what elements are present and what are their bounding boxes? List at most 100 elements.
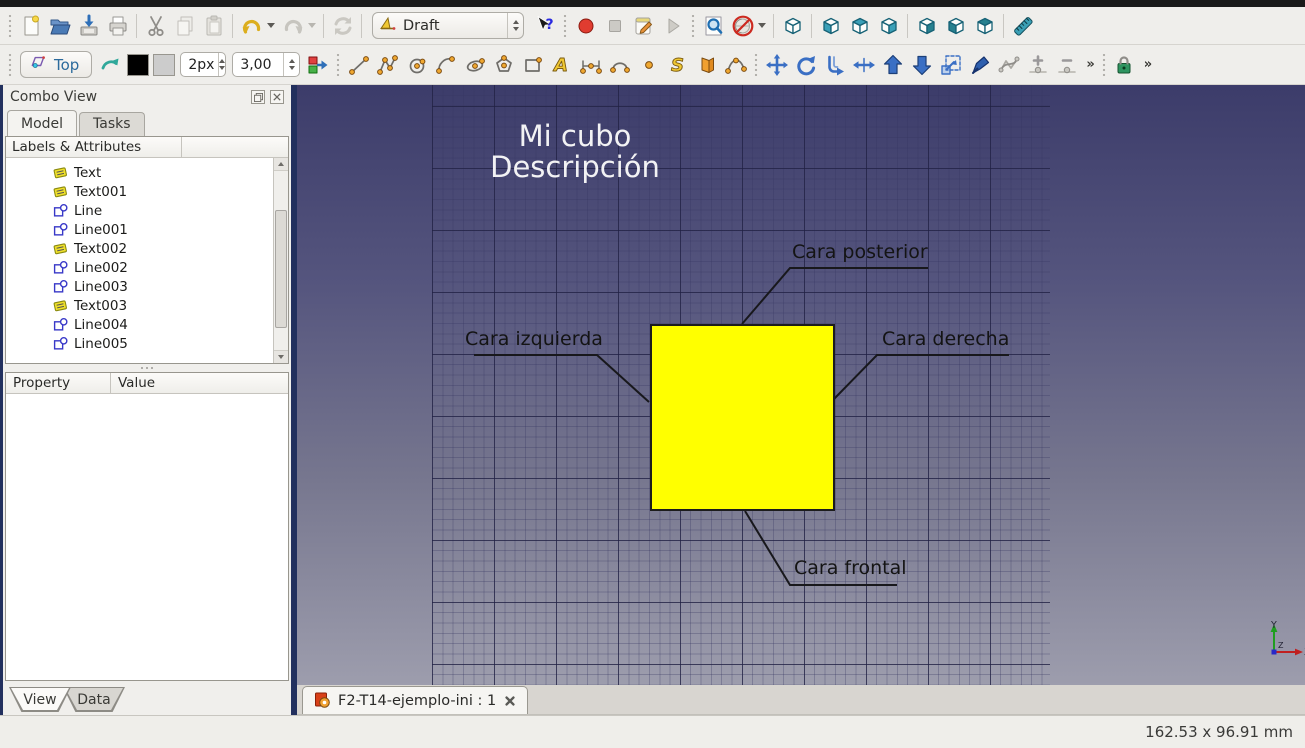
tree-item-line005[interactable]: Line005 <box>6 334 273 353</box>
working-plane-button[interactable]: Top <box>20 51 92 78</box>
toolbar-overflow-chevron[interactable]: » <box>1144 57 1150 72</box>
close-tab-icon[interactable] <box>504 695 516 707</box>
measure-distance-icon[interactable] <box>1008 11 1037 40</box>
toolbar-drag-handle[interactable] <box>690 15 696 37</box>
toolbar-drag-handle[interactable] <box>7 15 13 37</box>
draft-ellipse-icon[interactable] <box>460 50 489 79</box>
face-label-text[interactable]: Cara derecha <box>882 328 1009 350</box>
redo-icon[interactable] <box>278 11 307 40</box>
view-axonometric-icon[interactable] <box>778 11 807 40</box>
view-bottom-icon[interactable] <box>941 11 970 40</box>
document-tab[interactable]: F2-T14-ejemplo-ini : 1 <box>302 686 528 714</box>
rectangle-object[interactable] <box>650 324 835 511</box>
draft-shapestring-icon[interactable]: S <box>663 50 692 79</box>
draft-scale-icon[interactable] <box>936 50 965 79</box>
draft-offset-icon[interactable] <box>820 50 849 79</box>
text-size-spinbox[interactable]: 3,00 <box>232 52 300 77</box>
fit-all-icon[interactable] <box>699 11 728 40</box>
workbench-selector[interactable]: Draft <box>372 12 524 39</box>
toolbar-drag-handle[interactable] <box>1101 54 1107 76</box>
toolbar-overflow-chevron[interactable]: » <box>1086 57 1092 72</box>
open-file-icon[interactable] <box>45 11 74 40</box>
draft-line-icon[interactable] <box>344 50 373 79</box>
redo-dropdown-icon[interactable] <box>308 23 316 28</box>
view-top-icon[interactable] <box>845 11 874 40</box>
toolbar-drag-handle[interactable] <box>753 54 759 76</box>
draft-point-icon[interactable] <box>634 50 663 79</box>
text-size-spinbox-spinner[interactable] <box>283 53 299 76</box>
view-front-icon[interactable] <box>816 11 845 40</box>
draw-style-dropdown-icon[interactable] <box>758 23 766 28</box>
text-size-spinbox-value[interactable]: 3,00 <box>233 57 283 73</box>
draft-dimension-icon[interactable] <box>576 50 605 79</box>
tab-tasks[interactable]: Tasks <box>79 112 145 136</box>
draft-text-icon[interactable]: A <box>547 50 576 79</box>
tab-view[interactable]: View <box>9 687 71 712</box>
view-rear-icon[interactable] <box>912 11 941 40</box>
toolbar-drag-handle[interactable] <box>7 54 13 76</box>
3d-viewport[interactable]: Mi cubo Descripción Cara posteriorCara i… <box>297 85 1305 685</box>
value-column-header[interactable]: Value <box>111 373 288 393</box>
draft-bspline-icon[interactable] <box>605 50 634 79</box>
tree-item-line002[interactable]: Line002 <box>6 258 273 277</box>
draft-wire-icon[interactable] <box>373 50 402 79</box>
line-width-spinbox-spinner[interactable] <box>218 53 225 76</box>
macro-stop-icon[interactable] <box>600 11 629 40</box>
face-color-button[interactable] <box>153 54 175 76</box>
face-label-text[interactable]: Cara izquierda <box>465 328 603 350</box>
paste-icon[interactable] <box>199 11 228 40</box>
apply-style-icon[interactable] <box>303 50 332 79</box>
toolbar-drag-handle[interactable] <box>335 54 341 76</box>
tab-model[interactable]: Model <box>7 110 77 136</box>
tree-item-text[interactable]: Text <box>6 163 273 182</box>
draw-style-icon[interactable] <box>728 11 757 40</box>
undo-dropdown-icon[interactable] <box>267 23 275 28</box>
macro-play-icon[interactable] <box>658 11 687 40</box>
tree-item-text001[interactable]: Text001 <box>6 182 273 201</box>
tree-item-line[interactable]: Line <box>6 201 273 220</box>
draft-add-point-icon[interactable] <box>1023 50 1052 79</box>
draft-edit-icon[interactable] <box>965 50 994 79</box>
tree-item-text002[interactable]: Text002 <box>6 239 273 258</box>
tree-header-label[interactable]: Labels & Attributes <box>6 137 182 157</box>
save-file-icon[interactable] <box>74 11 103 40</box>
new-file-icon[interactable] <box>16 11 45 40</box>
view-right-icon[interactable] <box>874 11 903 40</box>
face-label-text[interactable]: Cara frontal <box>794 557 907 579</box>
undo-icon[interactable] <box>237 11 266 40</box>
float-panel-button[interactable] <box>251 90 265 104</box>
draft-rectangle-icon[interactable] <box>518 50 547 79</box>
cut-icon[interactable] <box>141 11 170 40</box>
close-panel-button[interactable] <box>270 90 284 104</box>
tree-item-line001[interactable]: Line001 <box>6 220 273 239</box>
draft-trimex-icon[interactable] <box>849 50 878 79</box>
draft-bezcurve-icon[interactable] <box>721 50 750 79</box>
scrollbar-thumb[interactable] <box>275 210 287 328</box>
draft-rotate-icon[interactable] <box>791 50 820 79</box>
draft-polygon-icon[interactable] <box>489 50 518 79</box>
tree-scrollbar[interactable] <box>273 158 288 363</box>
tree-item-line004[interactable]: Line004 <box>6 315 273 334</box>
draft-facebinder-icon[interactable] <box>692 50 721 79</box>
draft-wire-to-bspline-icon[interactable] <box>994 50 1023 79</box>
workbench-spinner[interactable] <box>507 13 523 38</box>
tab-data[interactable]: Data <box>63 687 125 712</box>
tree-item-line003[interactable]: Line003 <box>6 277 273 296</box>
draft-del-point-icon[interactable] <box>1052 50 1081 79</box>
property-column-header[interactable]: Property <box>6 373 111 393</box>
construction-mode-icon[interactable] <box>96 50 125 79</box>
draft-move-icon[interactable] <box>762 50 791 79</box>
copy-icon[interactable] <box>170 11 199 40</box>
draft-upgrade-icon[interactable] <box>878 50 907 79</box>
toolbar-drag-handle[interactable] <box>562 15 568 37</box>
line-color-button[interactable] <box>127 54 149 76</box>
tree-item-text003[interactable]: Text003 <box>6 296 273 315</box>
draft-circle-icon[interactable] <box>402 50 431 79</box>
draft-arc-icon[interactable] <box>431 50 460 79</box>
print-icon[interactable] <box>103 11 132 40</box>
snap-lock-icon[interactable] <box>1110 50 1139 79</box>
view-left-icon[interactable] <box>970 11 999 40</box>
macro-record-icon[interactable] <box>571 11 600 40</box>
refresh-icon[interactable] <box>328 11 357 40</box>
line-width-spinbox[interactable]: 2px <box>180 52 226 77</box>
